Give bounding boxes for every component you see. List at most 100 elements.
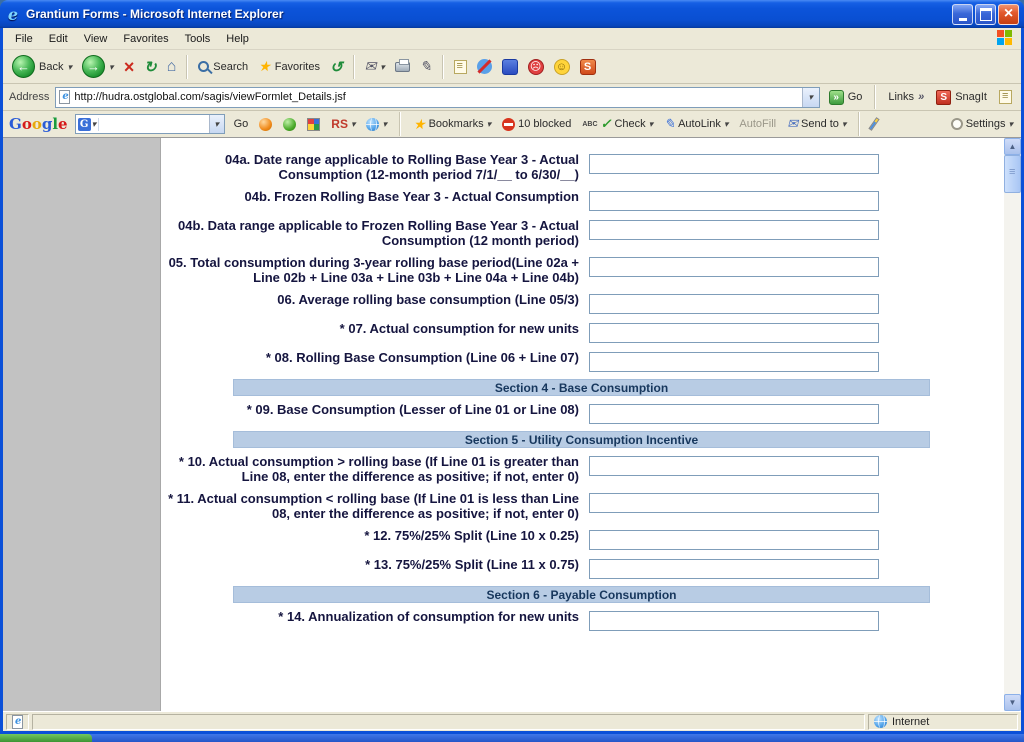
maximize-button[interactable] xyxy=(975,4,996,25)
google-toolbar: Google G Go RS Bookmarks xyxy=(3,111,1021,138)
mail-dropdown-icon[interactable] xyxy=(380,61,385,73)
back-dropdown-icon[interactable] xyxy=(67,61,72,73)
field-input[interactable] xyxy=(589,611,879,631)
highlighter-button[interactable] xyxy=(870,116,878,132)
google-logo-letter: o xyxy=(32,115,42,133)
google-logo-letter: G xyxy=(9,115,22,133)
snagit-toolbar-button[interactable]: S xyxy=(577,57,599,77)
field-input[interactable] xyxy=(589,191,879,211)
toolbar-separator xyxy=(442,55,444,79)
pagerank-button[interactable] xyxy=(257,117,274,132)
sendto-button[interactable]: Send to xyxy=(785,115,848,133)
bookmarks-button[interactable]: Bookmarks xyxy=(411,115,493,134)
field-input[interactable] xyxy=(589,404,879,424)
refresh-button[interactable] xyxy=(141,56,160,78)
field-input[interactable] xyxy=(589,257,879,277)
scrollbar-thumb[interactable] xyxy=(1004,155,1021,193)
home-button[interactable] xyxy=(164,56,180,78)
field-label: 05. Total consumption during 3-year roll… xyxy=(167,255,579,285)
messenger-button[interactable] xyxy=(499,57,521,77)
home-icon xyxy=(167,58,177,76)
web-button[interactable] xyxy=(364,117,389,132)
menu-favorites[interactable]: Favorites xyxy=(115,30,176,48)
google-search-dropdown[interactable] xyxy=(209,115,224,133)
snagit-button[interactable]: SnagIt xyxy=(933,88,990,107)
go-label: Go xyxy=(848,91,863,103)
google-search-input[interactable] xyxy=(99,116,208,132)
google-logo-letter: o xyxy=(22,115,32,133)
forward-dropdown-icon[interactable] xyxy=(109,61,114,73)
spellcheck-button[interactable]: ABC Check xyxy=(580,115,655,133)
field-input[interactable] xyxy=(589,530,879,550)
menu-file[interactable]: File xyxy=(7,30,41,48)
status-icon-pane xyxy=(6,714,29,730)
discuss-button[interactable] xyxy=(451,58,470,76)
menu-view[interactable]: View xyxy=(76,30,116,48)
field-input[interactable] xyxy=(589,493,879,513)
rs-button[interactable]: RS xyxy=(329,116,357,132)
go-button[interactable]: Go xyxy=(826,88,866,107)
toolbar-separator xyxy=(858,112,860,136)
autolink-label: AutoLink xyxy=(678,118,721,130)
field-input[interactable] xyxy=(589,323,879,343)
forward-button[interactable] xyxy=(79,53,117,80)
minimize-button[interactable] xyxy=(952,4,973,25)
options-chip-button[interactable] xyxy=(305,117,322,132)
sendto-icon xyxy=(787,116,798,132)
start-button[interactable] xyxy=(0,734,92,742)
field-input[interactable] xyxy=(589,294,879,314)
mail-button[interactable] xyxy=(362,56,388,77)
autolink-button[interactable]: AutoLink xyxy=(662,115,730,133)
menu-tools[interactable]: Tools xyxy=(177,30,219,48)
google-g-button[interactable]: G xyxy=(76,118,100,131)
google-go-button[interactable]: Go xyxy=(232,117,251,131)
scroll-up-button[interactable]: ▲ xyxy=(1004,138,1021,155)
snagit-capture-button[interactable] xyxy=(996,88,1015,106)
back-button[interactable]: Back xyxy=(9,53,75,80)
settings-icon xyxy=(951,118,963,130)
form-field-row: * 11. Actual consumption < rolling base … xyxy=(167,491,1004,521)
form-field-row: * 07. Actual consumption for new units xyxy=(167,321,1004,343)
chip-icon xyxy=(307,118,320,131)
messenger-block-button[interactable] xyxy=(474,57,495,76)
popup-blocker-icon xyxy=(502,118,515,131)
field-label: 04b. Frozen Rolling Base Year 3 - Actual… xyxy=(167,189,579,204)
popup-blocker-button[interactable]: 10 blocked xyxy=(500,117,573,132)
field-input[interactable] xyxy=(589,220,879,240)
field-input[interactable] xyxy=(589,352,879,372)
scroll-down-button[interactable]: ▼ xyxy=(1004,694,1021,711)
menu-edit[interactable]: Edit xyxy=(41,30,76,48)
menu-help[interactable]: Help xyxy=(218,30,257,48)
address-input[interactable] xyxy=(74,89,797,106)
snagit-icon xyxy=(936,90,951,105)
ie-icon: e xyxy=(5,5,21,24)
field-input[interactable] xyxy=(589,154,879,174)
field-label: * 10. Actual consumption > rolling base … xyxy=(167,454,579,484)
sitesearch-button[interactable] xyxy=(281,117,298,132)
favorites-button[interactable]: Favorites xyxy=(255,56,323,77)
smiley-icon: ☺ xyxy=(554,59,570,75)
search-button[interactable]: Search xyxy=(195,59,251,75)
chevron-down-icon xyxy=(649,118,654,130)
icq-button[interactable]: ☹ xyxy=(525,57,547,77)
field-input[interactable] xyxy=(589,456,879,476)
history-button[interactable] xyxy=(327,56,346,78)
chevron-down-icon xyxy=(382,118,387,130)
page-left-panel xyxy=(3,138,161,711)
vertical-scrollbar[interactable]: ▲ ▼ xyxy=(1004,138,1021,711)
address-dropdown-button[interactable] xyxy=(802,88,819,107)
close-button[interactable] xyxy=(998,4,1019,25)
edit-button[interactable] xyxy=(417,56,435,77)
form-field-row: * 12. 75%/25% Split (Line 10 x 0.25) xyxy=(167,528,1004,550)
scrollbar-track[interactable] xyxy=(1004,155,1021,694)
page-icon xyxy=(59,90,70,104)
snagit-capture-icon xyxy=(999,90,1012,104)
print-button[interactable] xyxy=(392,60,413,74)
field-label: 06. Average rolling base consumption (Li… xyxy=(167,292,579,307)
settings-button[interactable]: Settings xyxy=(949,117,1015,131)
autofill-button[interactable]: AutoFill xyxy=(737,117,778,131)
stop-button[interactable] xyxy=(121,56,138,78)
smiley-button[interactable]: ☺ xyxy=(551,57,573,77)
field-input[interactable] xyxy=(589,559,879,579)
links-button[interactable]: Links xyxy=(885,89,927,105)
